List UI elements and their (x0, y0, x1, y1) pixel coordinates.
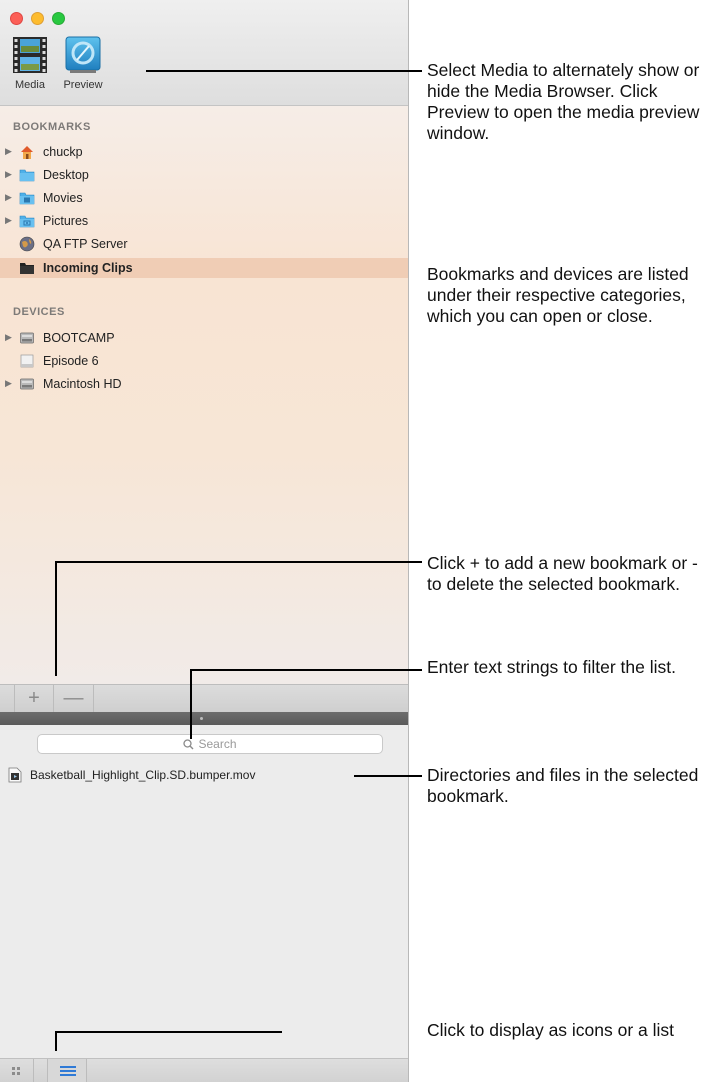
search-placeholder: Search (198, 737, 237, 751)
divider-handle-icon (200, 717, 203, 720)
device-label: Episode 6 (43, 354, 99, 368)
folder-icon (19, 169, 35, 182)
bookmark-label: Pictures (43, 214, 89, 228)
disclosure-triangle-icon[interactable]: ▶ (5, 215, 12, 226)
preview-button[interactable]: Preview (57, 36, 109, 98)
annotation-bookmarks: Bookmarks and devices are listed under t… (427, 264, 689, 326)
annotation-add-remove: Click + to add a new bookmark or - to de… (427, 553, 698, 594)
bookmark-label: Desktop (43, 168, 89, 182)
black-folder-icon (20, 263, 34, 274)
annotation-search: Enter text strings to filter the list. (427, 657, 676, 677)
disclosure-triangle-icon[interactable]: ▶ (5, 146, 12, 157)
minimize-window-button[interactable] (31, 12, 44, 25)
callout-line-files (354, 775, 422, 777)
bookmark-item-chuckp[interactable]: ▶ chuckp (0, 142, 408, 162)
disk-image-icon (20, 354, 34, 368)
zoom-window-button[interactable] (52, 12, 65, 25)
callout-line-view-vertical (55, 1031, 57, 1051)
bookmark-item-pictures[interactable]: ▶ Pictures (0, 211, 408, 231)
close-window-button[interactable] (10, 12, 23, 25)
split-view-divider[interactable] (0, 712, 408, 725)
view-mode-bar (0, 1058, 408, 1082)
preview-icon (65, 36, 101, 73)
add-bookmark-button[interactable]: + (14, 685, 54, 712)
sidebar: BOOKMARKS ▶ chuckp ▶ Desktop ▶ Movies ▶ … (0, 106, 408, 684)
file-list-item[interactable]: Basketball_Highlight_Clip.SD.bumper.mov (0, 765, 408, 785)
list-view-button[interactable] (47, 1059, 87, 1082)
file-name: Basketball_Highlight_Clip.SD.bumper.mov (30, 768, 256, 782)
bookmark-action-bar: + — (0, 684, 408, 712)
film-strip-icon (13, 37, 47, 73)
device-item-episode-6[interactable]: Episode 6 (0, 351, 408, 371)
bookmarks-section-header: BOOKMARKS (13, 121, 91, 133)
callout-line-view (55, 1031, 282, 1033)
disclosure-triangle-icon[interactable]: ▶ (5, 169, 12, 180)
bookmark-item-desktop[interactable]: ▶ Desktop (0, 165, 408, 185)
globe-icon (19, 236, 35, 252)
devices-section-header: DEVICES (13, 306, 65, 318)
movies-folder-icon (19, 192, 35, 205)
grid-icon (12, 1067, 20, 1075)
disclosure-triangle-icon[interactable]: ▶ (5, 192, 12, 203)
annotation-files: Directories and files in the selected bo… (427, 765, 699, 806)
bookmark-label: Movies (43, 191, 83, 205)
device-label: BOOTCAMP (43, 331, 115, 345)
drive-icon (20, 378, 34, 390)
media-button[interactable]: Media (4, 36, 56, 98)
bookmark-item-incoming-clips[interactable]: Incoming Clips (0, 258, 408, 278)
disclosure-triangle-icon[interactable]: ▶ (5, 332, 12, 343)
bookmark-item-qa-ftp-server[interactable]: QA FTP Server (0, 234, 408, 254)
device-item-bootcamp[interactable]: ▶ BOOTCAMP (0, 328, 408, 348)
bookmark-item-movies[interactable]: ▶ Movies (0, 188, 408, 208)
callout-line-toolbar (146, 70, 422, 72)
remove-bookmark-button[interactable]: — (54, 685, 94, 712)
toolbar: Media Preview (0, 0, 408, 106)
callout-line-add-remove-vertical (55, 561, 57, 676)
annotation-view-mode: Click to display as icons or a list (427, 1020, 675, 1040)
device-item-macintosh-hd[interactable]: ▶ Macintosh HD (0, 374, 408, 394)
device-label: Macintosh HD (43, 377, 122, 391)
media-browser-window: Media Preview BOOKMARKS ▶ chuckp ▶ Deskt… (0, 0, 409, 1082)
icon-view-button[interactable] (0, 1059, 34, 1082)
search-icon (183, 739, 194, 750)
annotation-toolbar: Select Media to alternately show or hide… (427, 60, 700, 143)
disclosure-triangle-icon[interactable]: ▶ (5, 378, 12, 389)
callout-line-search-vertical (190, 669, 192, 739)
movie-file-icon (8, 767, 22, 783)
bookmark-label: chuckp (43, 145, 83, 159)
callout-line-search (190, 669, 422, 671)
callout-line-add-remove (55, 561, 422, 563)
search-field[interactable]: Search (37, 734, 383, 754)
bookmark-label: QA FTP Server (43, 237, 128, 251)
home-folder-icon (21, 146, 33, 159)
pictures-folder-icon (19, 215, 35, 228)
list-icon (60, 1066, 76, 1076)
bookmark-label: Incoming Clips (43, 261, 133, 275)
file-browser-pane: Search Basketball_Highlight_Clip.SD.bump… (0, 725, 408, 1058)
drive-icon (20, 332, 34, 344)
preview-button-label: Preview (63, 79, 103, 91)
media-button-label: Media (15, 79, 45, 91)
